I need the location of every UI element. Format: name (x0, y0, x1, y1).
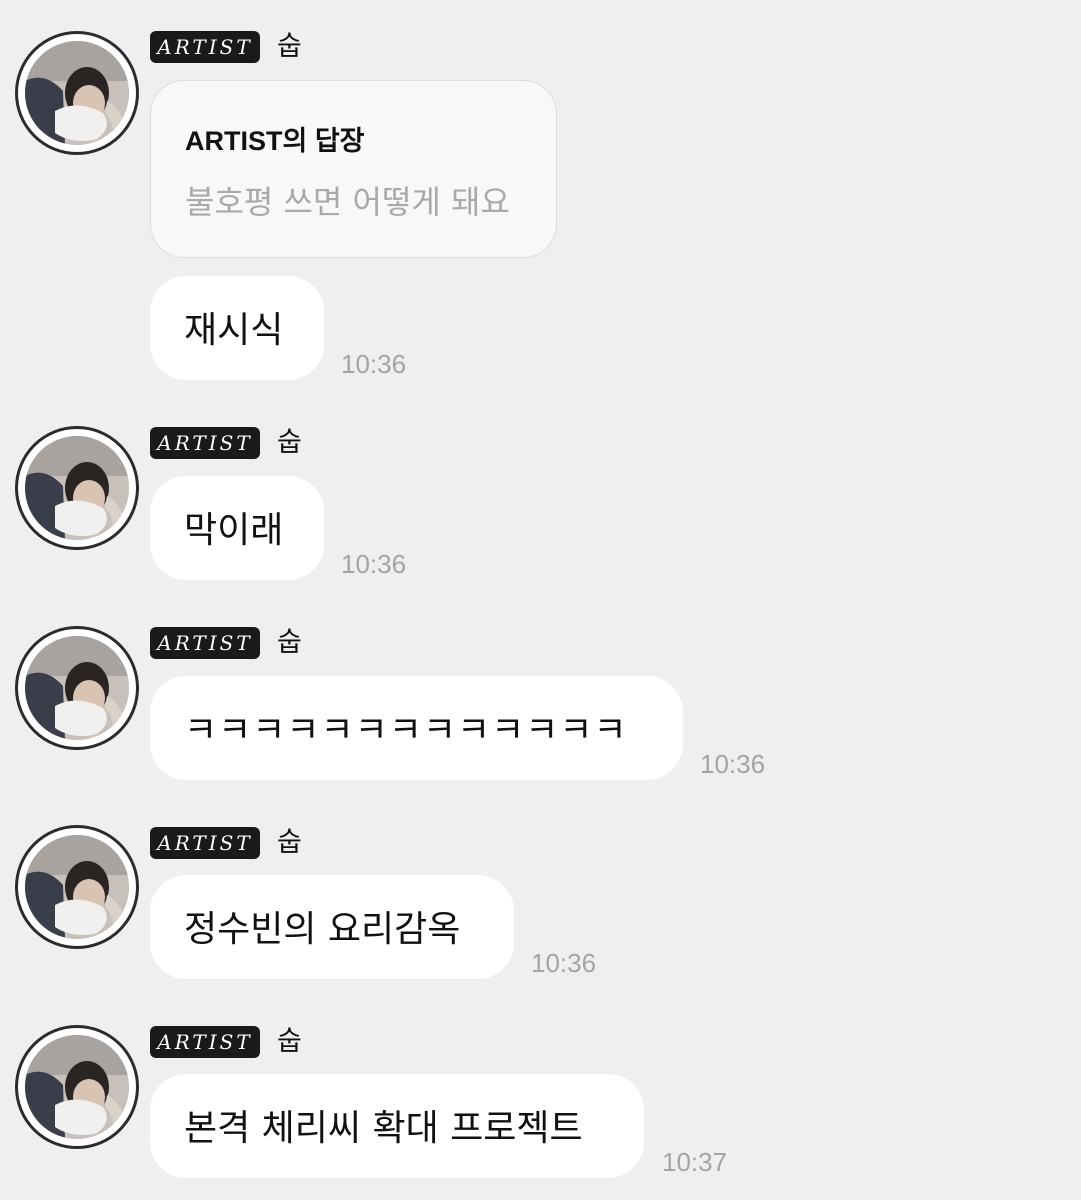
artist-badge: ARTIST (150, 827, 260, 859)
reply-quoted-text: 불호평 쓰면 어떻게 돼요 (185, 183, 510, 221)
message-bubble[interactable]: 본격 체리씨 확대 프로젝트 (150, 1074, 644, 1178)
avatar[interactable] (15, 1025, 139, 1149)
profile-photo (25, 835, 129, 939)
message-time: 10:36 (341, 549, 407, 579)
profile-photo (25, 436, 129, 540)
message-bubble[interactable]: ㅋㅋㅋㅋㅋㅋㅋㅋㅋㅋㅋㅋㅋ (150, 676, 683, 780)
sender-name: 숩 (277, 427, 302, 458)
message-text: 본격 체리씨 확대 프로젝트 (184, 1107, 583, 1149)
message-text: 재시식 (184, 309, 284, 351)
message-time: 10:37 (662, 1147, 728, 1177)
avatar[interactable] (15, 31, 139, 155)
avatar[interactable] (15, 626, 139, 750)
artist-badge: ARTIST (150, 1026, 260, 1058)
message-time: 10:36 (341, 349, 407, 379)
reply-quote-card[interactable]: ARTIST의 답장 불호평 쓰면 어떻게 돼요 (150, 80, 557, 258)
profile-photo (25, 636, 129, 740)
message-bubble[interactable]: 정수빈의 요리감옥 (150, 875, 514, 979)
artist-badge: ARTIST (150, 627, 260, 659)
avatar[interactable] (15, 825, 139, 949)
reply-title: ARTIST의 답장 (185, 126, 365, 156)
message-time: 10:36 (700, 749, 766, 779)
artist-badge: ARTIST (150, 427, 260, 459)
profile-photo (25, 41, 129, 145)
message-time: 10:36 (531, 948, 597, 978)
sender-name: 숩 (277, 627, 302, 658)
avatar[interactable] (15, 426, 139, 550)
message-text: 막이래 (184, 509, 284, 551)
artist-badge: ARTIST (150, 31, 260, 63)
sender-name: 숩 (277, 31, 302, 62)
message-text: ㅋㅋㅋㅋㅋㅋㅋㅋㅋㅋㅋㅋㅋ (184, 709, 628, 751)
message-text: 정수빈의 요리감옥 (184, 908, 461, 950)
message-bubble[interactable]: 막이래 (150, 476, 324, 580)
sender-name: 숩 (277, 827, 302, 858)
sender-name: 숩 (277, 1026, 302, 1057)
profile-photo (25, 1035, 129, 1139)
message-bubble[interactable]: 재시식 (150, 276, 324, 380)
